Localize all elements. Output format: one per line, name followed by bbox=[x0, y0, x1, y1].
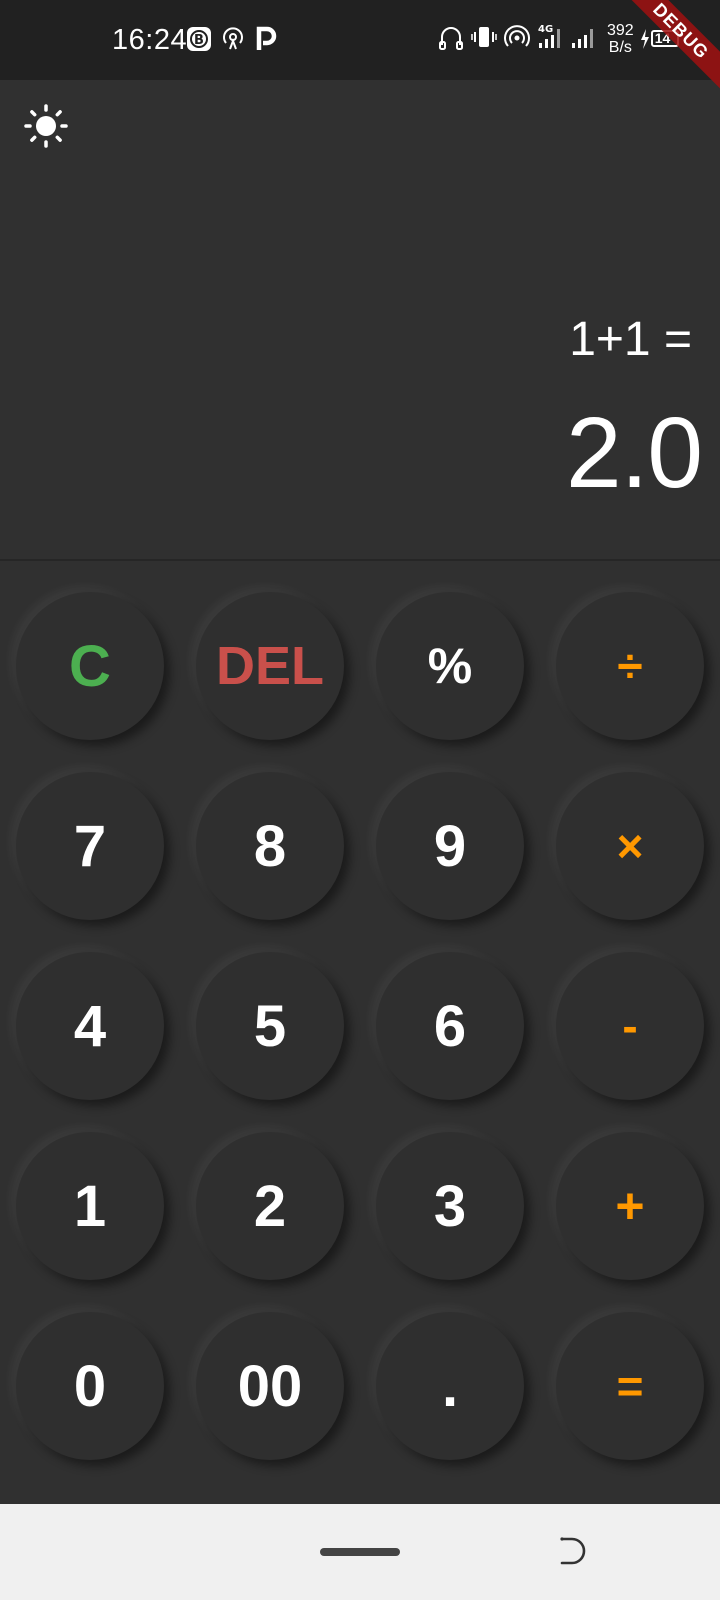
headphones-icon bbox=[438, 23, 464, 56]
network-speed: 392 B/s bbox=[607, 22, 634, 56]
expression-display: 1+1 = bbox=[569, 313, 692, 366]
key-3-button[interactable]: 3 bbox=[376, 1132, 524, 1280]
key-7-button[interactable]: 7 bbox=[16, 772, 164, 920]
charging-icon bbox=[640, 29, 649, 49]
theme-toggle-button[interactable] bbox=[24, 104, 68, 148]
key-5-button[interactable]: 5 bbox=[196, 952, 344, 1100]
subtract-button[interactable]: - bbox=[556, 952, 704, 1100]
signal-icon bbox=[570, 23, 596, 56]
add-button[interactable]: + bbox=[556, 1132, 704, 1280]
key-8-button[interactable]: 8 bbox=[196, 772, 344, 920]
keypad: C DEL % ÷ 7 8 9 × 4 5 6 - 1 2 3 + 0 00 .… bbox=[0, 561, 720, 1504]
vibrate-icon bbox=[471, 23, 497, 56]
equals-button[interactable]: = bbox=[556, 1312, 704, 1460]
key-4-button[interactable]: 4 bbox=[16, 952, 164, 1100]
decimal-button[interactable]: . bbox=[376, 1312, 524, 1460]
battery-level: 14 bbox=[654, 30, 671, 46]
navigation-bar bbox=[0, 1504, 720, 1600]
key-6-button[interactable]: 6 bbox=[376, 952, 524, 1100]
delete-button[interactable]: DEL bbox=[196, 592, 344, 740]
battery-icon: 14 bbox=[640, 28, 685, 50]
key-00-button[interactable]: 00 bbox=[196, 1312, 344, 1460]
network-speed-value: 392 bbox=[607, 22, 634, 39]
signal-4g-icon: 4G bbox=[537, 23, 563, 56]
status-bar: 16:24 B 4G 392 B/s 14 bbox=[0, 0, 720, 80]
status-right-icons: 4G 392 B/s 14 bbox=[438, 22, 685, 56]
status-left-icons: B bbox=[186, 26, 278, 57]
result-display: 2.0 bbox=[565, 397, 703, 509]
p-icon bbox=[254, 26, 278, 57]
status-time: 16:24 bbox=[112, 24, 188, 56]
home-pill-icon[interactable] bbox=[320, 1548, 400, 1556]
key-1-button[interactable]: 1 bbox=[16, 1132, 164, 1280]
network-speed-unit: B/s bbox=[608, 39, 632, 56]
clear-button[interactable]: C bbox=[16, 592, 164, 740]
b-circle-icon: B bbox=[186, 26, 212, 57]
percent-button[interactable]: % bbox=[376, 592, 524, 740]
hotspot-icon bbox=[220, 26, 246, 57]
svg-text:4G: 4G bbox=[538, 24, 553, 35]
divide-button[interactable]: ÷ bbox=[556, 592, 704, 740]
back-icon[interactable] bbox=[558, 1534, 588, 1568]
key-9-button[interactable]: 9 bbox=[376, 772, 524, 920]
wifi-hotspot-icon bbox=[504, 23, 530, 56]
sun-icon bbox=[24, 104, 68, 148]
key-0-button[interactable]: 0 bbox=[16, 1312, 164, 1460]
key-2-button[interactable]: 2 bbox=[196, 1132, 344, 1280]
svg-text:B: B bbox=[194, 33, 204, 48]
multiply-button[interactable]: × bbox=[556, 772, 704, 920]
